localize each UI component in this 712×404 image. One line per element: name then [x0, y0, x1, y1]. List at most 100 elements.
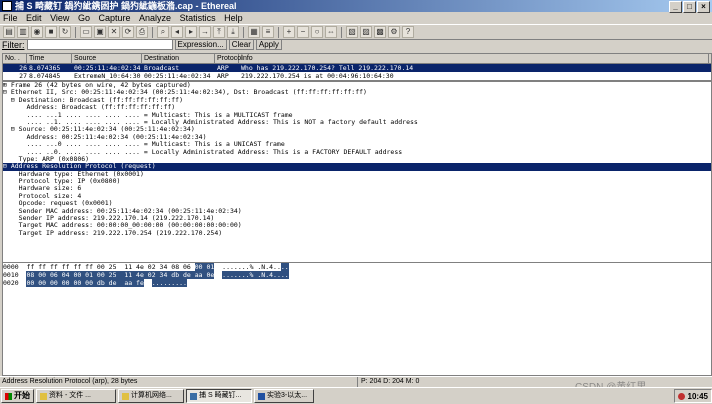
detail-line[interactable]: Hardware size: 6 [3, 185, 711, 193]
title-bar: 捕 S 畸藏钉 鍋犳紪鎸囦护 鍋犳紪鍦板潃.cap - Ethereal _ □… [0, 0, 712, 13]
separator [152, 26, 153, 38]
autoscroll-icon[interactable]: ≡ [262, 26, 274, 38]
find-icon[interactable]: ⌕ [157, 26, 169, 38]
colorize-icon[interactable]: ▦ [248, 26, 260, 38]
cell-info: 219.222.170.254 is at 00:04:96:10:64:30 [241, 72, 394, 80]
windows-logo-icon [5, 392, 12, 400]
app-icon [2, 1, 12, 11]
cell-no: 26 [19, 64, 27, 72]
status-field-info: Address Resolution Protocol (arp), 28 by… [2, 378, 138, 385]
column-no[interactable]: No. . [3, 54, 27, 63]
window-title: 捕 S 畸藏钉 鍋犳紪鎸囦护 鍋犳紪鍦板潃.cap - Ethereal [15, 1, 237, 11]
cell-source: ExtremeN_10:64:30 [74, 72, 141, 80]
packet-row[interactable]: 27 8.074845 ExtremeN_10:64:30 00:25:11:4… [3, 72, 711, 80]
filter-bar: Filter: Expression... Clear Apply [0, 38, 712, 51]
packet-row[interactable]: 26 8.074365 00:25:11:4e:02:34 Broadcast … [3, 64, 711, 72]
menu-analyze[interactable]: Analyze [139, 13, 171, 23]
system-tray: 10:45 [673, 389, 712, 403]
hex-row: 0000 ff ff ff ff ff ff 00 25 11 4e 02 34… [3, 263, 711, 271]
hex-ascii-highlighted[interactable]: .. [280, 263, 289, 271]
cell-no: 27 [19, 72, 27, 80]
hex-bytes-highlighted[interactable]: 08 00 06 04 00 01 00 25 11 4e 02 34 db d… [26, 271, 215, 279]
coloring-rules-icon[interactable]: ▩ [374, 26, 386, 38]
hex-ascii[interactable] [144, 279, 152, 287]
menu-statistics[interactable]: Statistics [180, 13, 216, 23]
separator [243, 26, 244, 38]
start-button[interactable]: 开始 [1, 389, 34, 403]
clear-button[interactable]: Clear [228, 39, 254, 50]
packet-list-header: No. . Time Source Destination Protocol I… [3, 54, 711, 64]
hex-offset: 0010 [3, 271, 19, 279]
hex-row: 0020 00 00 00 00 00 00 db de aa fe .....… [3, 279, 711, 287]
goto-icon[interactable]: → [199, 26, 211, 38]
hex-bytes-highlighted[interactable]: 00 00 00 00 00 00 db de aa fe [26, 279, 144, 287]
filter-label: Filter: [2, 39, 25, 50]
hex-offset: 0000 [3, 263, 19, 271]
zoom-out-icon[interactable]: − [297, 26, 309, 38]
close-file-icon[interactable]: ✕ [108, 26, 120, 38]
cell-protocol: ARP [217, 64, 229, 72]
menu-help[interactable]: Help [224, 13, 243, 23]
resize-columns-icon[interactable]: ⇔ [325, 26, 337, 38]
interfaces-icon[interactable]: ▤ [3, 26, 15, 38]
stop-capture-icon[interactable]: ■ [45, 26, 57, 38]
folder-icon [40, 392, 47, 400]
hex-ascii[interactable] [214, 271, 222, 279]
reload-icon[interactable]: ⟳ [122, 26, 134, 38]
first-packet-icon[interactable]: ⤒ [213, 26, 225, 38]
open-icon[interactable]: ▭ [80, 26, 92, 38]
tray-icon[interactable] [677, 392, 685, 400]
hex-ascii-highlighted[interactable]: .......% .N.4.... [222, 271, 289, 279]
taskbar-item-network[interactable]: 计算机网络... [118, 389, 184, 403]
taskbar-item-folder[interactable]: 资料 - 文件 ... [36, 389, 116, 403]
restart-icon[interactable]: ↻ [59, 26, 71, 38]
menu-capture[interactable]: Capture [98, 13, 130, 23]
last-packet-icon[interactable]: ⤓ [227, 26, 239, 38]
filter-input[interactable] [26, 39, 173, 50]
folder-icon [122, 392, 129, 400]
column-protocol[interactable]: Protocol [215, 54, 243, 63]
cell-destination: Broadcast [144, 64, 180, 72]
column-time[interactable]: Time [27, 54, 72, 63]
display-filters-icon[interactable]: ▨ [360, 26, 372, 38]
column-info[interactable]: Info [239, 54, 709, 63]
preferences-icon[interactable]: ⚙ [388, 26, 400, 38]
detail-line[interactable]: Target IP address: 219.222.170.254 (219.… [3, 229, 711, 237]
print-icon[interactable]: ⎙ [136, 26, 148, 38]
menu-view[interactable]: View [50, 13, 69, 23]
help-icon[interactable]: ? [402, 26, 414, 38]
expression-button[interactable]: Expression... [174, 39, 227, 50]
zoom-in-icon[interactable]: + [283, 26, 295, 38]
cell-destination: 00:25:11:4e:02:34 [144, 72, 211, 80]
options-icon[interactable]: ▥ [17, 26, 29, 38]
back-icon[interactable]: ◂ [171, 26, 183, 38]
task-label: 实验3-以太... [267, 392, 308, 399]
menu-go[interactable]: Go [78, 13, 90, 23]
hex-row: 0010 08 00 06 04 00 01 00 25 11 4e 02 34… [3, 271, 711, 279]
ethereal-icon [190, 392, 197, 400]
column-destination[interactable]: Destination [142, 54, 215, 63]
hex-ascii[interactable]: .......% .N.4.. [214, 263, 281, 271]
hex-ascii-highlighted[interactable]: ......... [151, 279, 187, 287]
zoom-normal-icon[interactable]: ○ [311, 26, 323, 38]
menu-edit[interactable]: Edit [26, 13, 42, 23]
detail-line[interactable]: Protocol type: IP (0x0800) [3, 177, 711, 185]
capture-filters-icon[interactable]: ▧ [346, 26, 358, 38]
separator [341, 26, 342, 38]
packet-list[interactable]: No. . Time Source Destination Protocol I… [2, 53, 712, 81]
taskbar-item-ethereal[interactable]: 捕 S 畸藏钉... [186, 389, 252, 403]
start-label: 开始 [14, 391, 30, 400]
save-icon[interactable]: ▣ [94, 26, 106, 38]
taskbar-item-document[interactable]: 实验3-以太... [254, 389, 314, 403]
hex-bytes-highlighted[interactable]: 00 01 [194, 263, 215, 271]
start-capture-icon[interactable]: ◉ [31, 26, 43, 38]
clock[interactable]: 10:45 [688, 392, 708, 401]
hex-bytes-pane[interactable]: 0000 ff ff ff ff ff ff 00 25 11 4e 02 34… [2, 262, 712, 376]
packet-details-pane[interactable]: ⊞ Frame 26 (42 bytes on wire, 42 bytes c… [2, 81, 712, 263]
hex-bytes[interactable]: ff ff ff ff ff ff 00 25 11 4e 02 34 08 0… [26, 263, 194, 271]
forward-icon[interactable]: ▸ [185, 26, 197, 38]
apply-button[interactable]: Apply [255, 39, 282, 50]
column-source[interactable]: Source [72, 54, 142, 63]
detail-line[interactable]: .... ..0. .... .... .... .... = Locally … [3, 148, 711, 156]
menu-file[interactable]: File [3, 13, 18, 23]
